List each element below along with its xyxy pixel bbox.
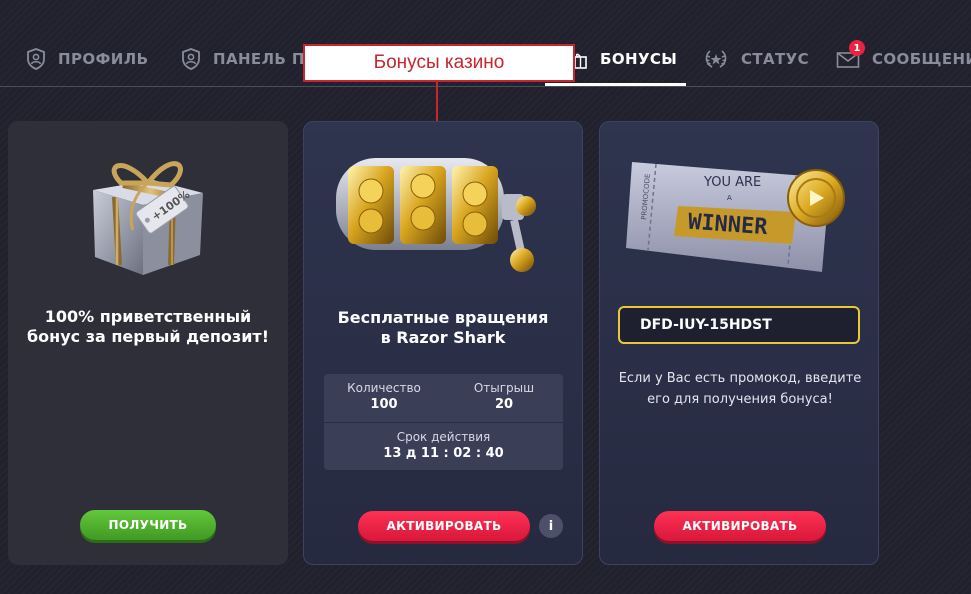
nav-tab-label: СТАТУС <box>741 50 810 68</box>
nav-tab-profile[interactable]: ПРОФИЛЬ <box>26 44 148 74</box>
nav-tab-label: СООБЩЕНИ <box>872 50 971 68</box>
validity-label: Срок действия <box>396 430 491 444</box>
active-tab-indicator <box>545 83 686 86</box>
validity-countdown: 13 д 11 : 02 : 40 <box>383 446 504 461</box>
profile-shield-icon <box>27 48 45 70</box>
quantity-stat: Количество 100 <box>329 380 439 414</box>
info-icon[interactable]: i <box>539 514 563 538</box>
promo-instructions-line1: Если у Вас есть промокод, введите <box>618 371 862 386</box>
welcome-bonus-title-line2: бонус за первый депозит! <box>27 327 269 346</box>
messages-count-badge: 1 <box>849 40 865 56</box>
bonus-gift-icon <box>574 53 587 69</box>
welcome-bonus-title-line1: 100% приветственный <box>44 307 252 326</box>
nav-tab-label: БОНУСЫ <box>600 50 678 68</box>
nav-tab-status[interactable]: СТАТУС <box>703 44 809 74</box>
promo-instructions: Если у Вас есть промокод, введите его дл… <box>610 368 870 410</box>
promo-instructions-line2: его для получения бонуса! <box>647 392 833 407</box>
promo-code-input[interactable] <box>618 306 860 344</box>
laurel-status-icon <box>705 50 727 68</box>
activate-free-spins-button[interactable]: АКТИВИРОВАТЬ <box>358 511 530 541</box>
ticket-line1: YOU ARE <box>703 175 761 190</box>
winner-ticket-illustration: PROMOCODE YOU ARE A WINNER <box>626 162 845 272</box>
free-spins-card: Бесплатные вращения в Razor Shark Количе… <box>303 121 583 565</box>
free-spins-title-line1: Бесплатные вращения <box>337 308 549 327</box>
wager-stat: Отыгрыш 20 <box>449 380 559 414</box>
panel-shield-icon <box>182 48 200 70</box>
ticket-line2: A <box>727 194 732 202</box>
nav-tab-bonuses[interactable]: БОНУСЫ <box>574 44 677 74</box>
gift-box-illustration: +100% <box>93 161 203 275</box>
nav-tab-panel[interactable]: ПАНЕЛЬ П <box>181 44 305 74</box>
nav-tab-label: ПАНЕЛЬ П <box>213 50 305 68</box>
wager-value: 20 <box>494 397 514 412</box>
nav-tab-label: ПРОФИЛЬ <box>58 50 149 68</box>
welcome-bonus-card: +100% 100% приветственный бонус за первы… <box>8 121 288 565</box>
quantity-value: 100 <box>370 397 398 412</box>
slot-machine-illustration <box>336 158 536 272</box>
wager-label: Отыгрыш <box>473 381 535 395</box>
validity-stat: Срок действия 13 д 11 : 02 : 40 <box>324 429 563 463</box>
annotation-callout: Бонусы казино <box>303 44 575 82</box>
activate-promo-button[interactable]: АКТИВИРОВАТЬ <box>654 511 826 541</box>
free-spins-title-line2: в Razor Shark <box>380 328 506 347</box>
details-row: Количество 100 Отыгрыш 20 <box>324 374 563 423</box>
get-bonus-button[interactable]: ПОЛУЧИТЬ <box>80 510 216 540</box>
promo-code-card: PROMOCODE YOU ARE A WINNER Если у Вас ес… <box>599 121 879 565</box>
free-spins-details: Количество 100 Отыгрыш 20 Срок действия … <box>324 374 563 470</box>
quantity-label: Количество <box>347 381 421 395</box>
